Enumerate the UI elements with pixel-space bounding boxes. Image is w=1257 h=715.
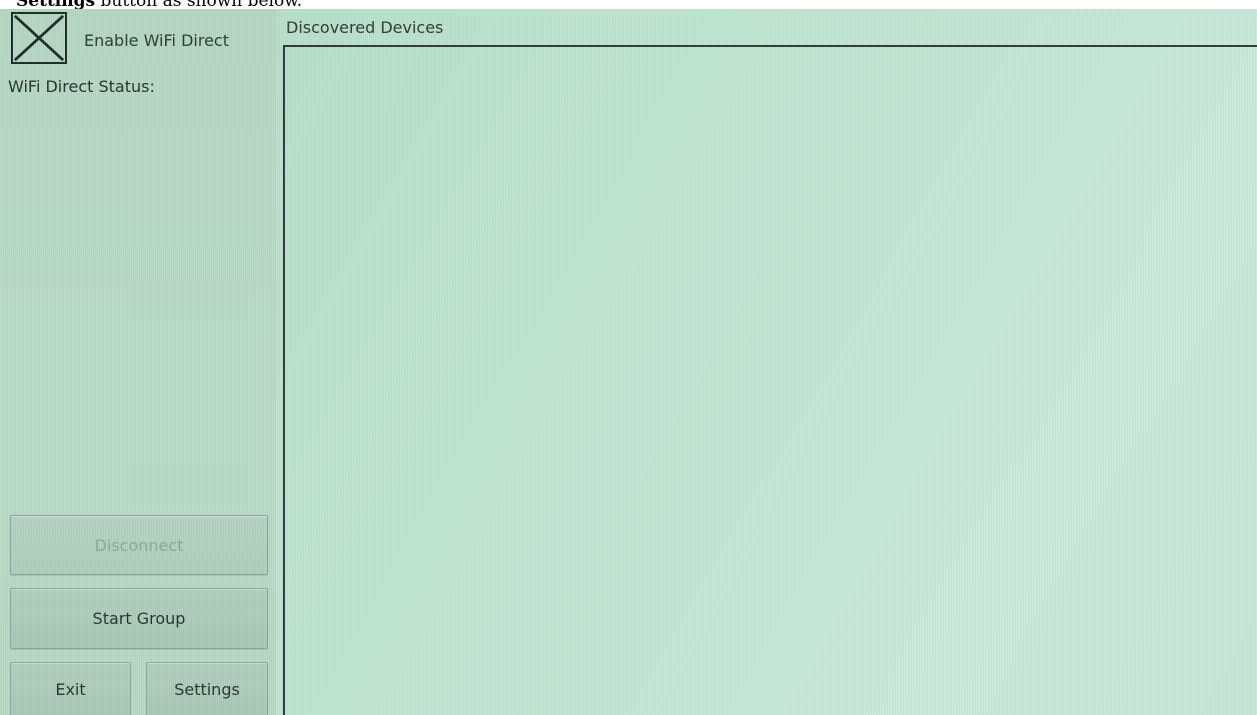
exit-button[interactable]: Exit: [10, 662, 131, 715]
x-mark-icon: [13, 14, 65, 62]
start-group-button-label: Start Group: [92, 609, 186, 628]
discovered-devices-list[interactable]: [283, 45, 1257, 715]
wifi-direct-status-label: WiFi Direct Status:: [8, 77, 155, 96]
disconnect-button[interactable]: Disconnect: [10, 515, 268, 575]
settings-button[interactable]: Settings: [146, 662, 268, 715]
enable-wifi-direct-checkbox[interactable]: [11, 12, 67, 64]
settings-button-label: Settings: [174, 680, 240, 699]
exit-button-label: Exit: [55, 680, 86, 699]
disconnect-button-label: Disconnect: [94, 535, 184, 555]
enable-wifi-direct-label[interactable]: Enable WiFi Direct: [84, 31, 229, 50]
discovered-devices-title: Discovered Devices: [286, 18, 444, 37]
left-panel: Enable WiFi Direct WiFi Direct Status: D…: [0, 9, 276, 715]
wifi-direct-screen: Enable WiFi Direct WiFi Direct Status: D…: [0, 9, 1257, 715]
start-group-button[interactable]: Start Group: [10, 588, 268, 649]
